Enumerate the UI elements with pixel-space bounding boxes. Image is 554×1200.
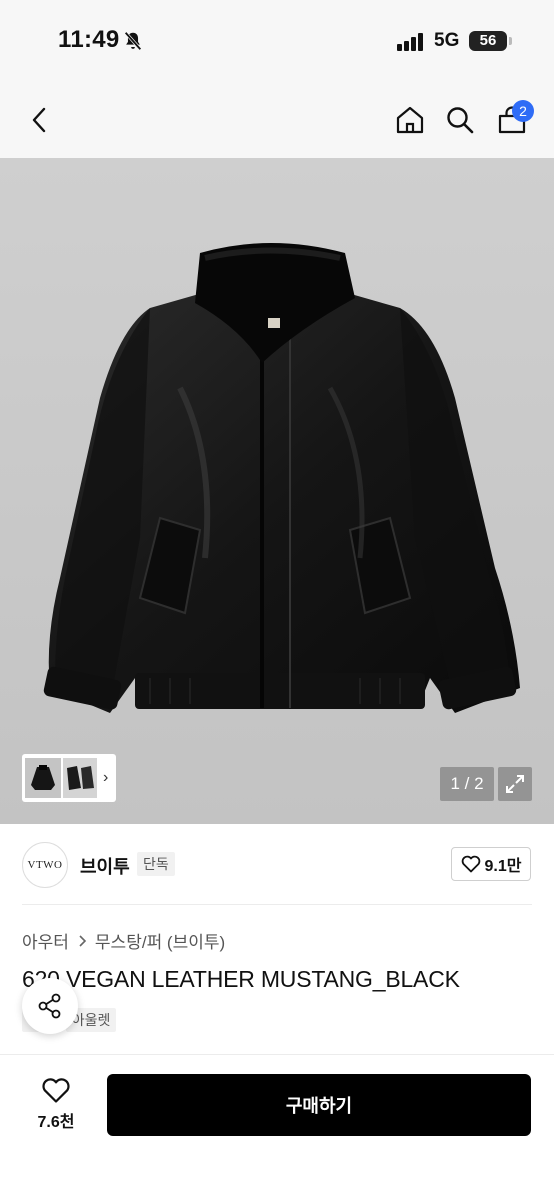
breadcrumb: 아우터 무스탕/퍼 (브이투) — [22, 928, 225, 953]
signal-icon — [397, 33, 427, 51]
like-count: 7.6천 — [37, 1114, 75, 1131]
thumbnail-strip[interactable]: › — [22, 754, 116, 802]
product-image-gallery[interactable]: › 1 / 2 — [0, 158, 554, 824]
share-icon — [38, 993, 61, 1019]
home-button[interactable] — [390, 98, 430, 142]
search-button[interactable] — [440, 98, 480, 142]
jacket-thumbnail-image — [31, 765, 55, 790]
back-button[interactable] — [20, 98, 60, 142]
divider — [22, 904, 532, 905]
battery-level: 56 — [479, 32, 497, 49]
brand-row[interactable]: VTWO 브이투 단독 9.1만 — [0, 824, 554, 906]
brand-logo[interactable]: VTWO — [22, 842, 68, 888]
back-icon — [32, 107, 46, 133]
brand-like-button[interactable]: 9.1만 — [451, 847, 531, 881]
breadcrumb-item-subcategory[interactable]: 무스탕/퍼 (브이투) — [95, 928, 225, 953]
home-icon — [396, 106, 424, 134]
bottom-action-bar: 7.6천 구매하기 — [0, 1054, 554, 1200]
chevron-right-icon — [79, 934, 87, 947]
share-button[interactable] — [22, 978, 78, 1034]
image-page-indicator: 1 / 2 — [440, 767, 494, 801]
cart-button[interactable]: 2 — [492, 98, 534, 142]
brand-name[interactable]: 브이투 — [80, 853, 130, 879]
status-bar: 11:49 5G 56 — [0, 0, 554, 84]
status-time: 11:49 — [58, 26, 120, 53]
nav-header: 2 — [0, 84, 554, 158]
expand-image-button[interactable] — [498, 767, 532, 801]
breadcrumb-item-category[interactable]: 아우터 — [22, 928, 69, 953]
cart-count-badge: 2 — [512, 100, 534, 122]
expand-icon — [506, 775, 524, 793]
brand-like-count: 9.1만 — [484, 858, 522, 875]
thumbnail-1[interactable] — [25, 758, 61, 798]
buy-button[interactable]: 구매하기 — [107, 1074, 531, 1136]
like-button[interactable]: 7.6천 — [28, 1077, 84, 1137]
jacket-thumbnail-image-2 — [67, 766, 94, 790]
battery-icon: 56 — [469, 31, 512, 51]
heart-icon — [42, 1078, 70, 1103]
thumbnail-2[interactable] — [63, 758, 97, 798]
product-title: 620 VEGAN LEATHER MUSTANG_BLACK — [22, 966, 460, 992]
product-image-jacket — [0, 158, 554, 824]
bell-muted-icon — [124, 31, 142, 51]
search-icon — [447, 107, 474, 134]
heart-icon — [461, 855, 480, 873]
network-label: 5G — [434, 30, 460, 51]
brand-exclusive-tag: 단독 — [137, 852, 175, 876]
chevron-right-icon[interactable]: › — [103, 769, 108, 787]
